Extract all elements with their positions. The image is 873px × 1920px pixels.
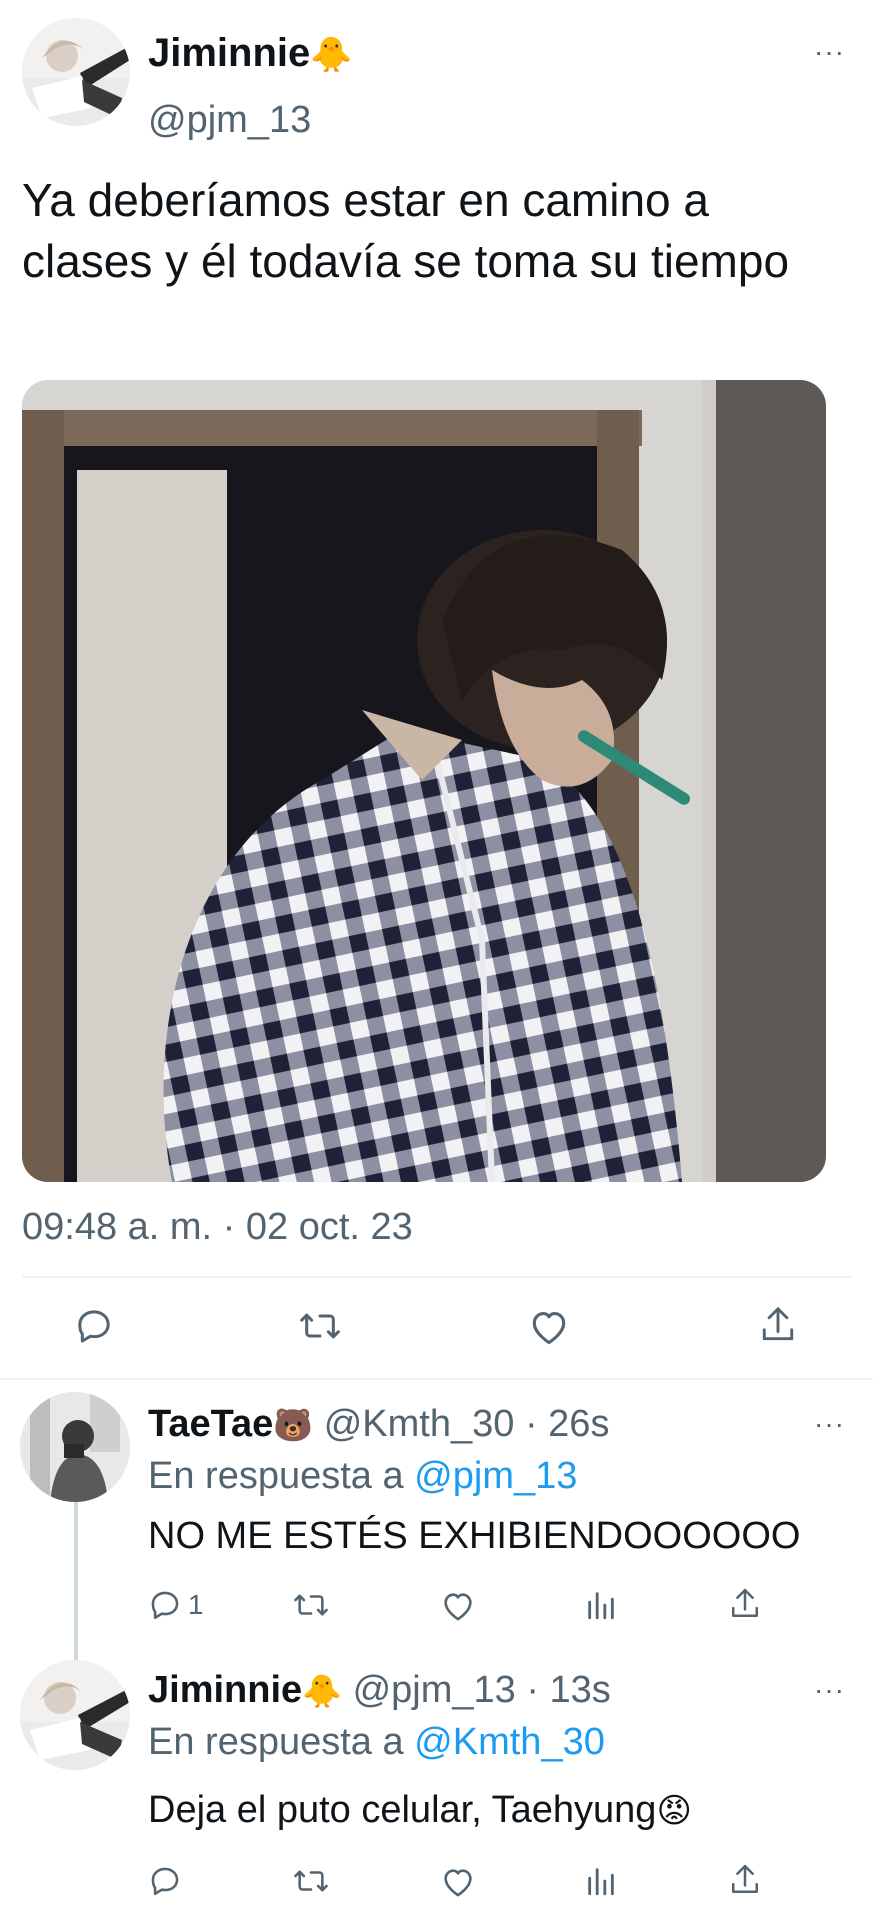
author-name[interactable]: TaeTae xyxy=(148,1403,273,1445)
reply-meta[interactable]: @pjm_13 · 13s xyxy=(353,1669,611,1711)
author-name: Jiminnie xyxy=(148,31,311,75)
heart-icon[interactable] xyxy=(528,1308,570,1346)
author-name[interactable]: Jiminnie xyxy=(148,1669,302,1711)
more-options-icon[interactable]: ··· xyxy=(814,1410,845,1438)
photo-image xyxy=(22,380,826,1182)
replying-to-handle[interactable]: @Kmth_30 xyxy=(414,1721,605,1763)
more-options-icon[interactable]: ··· xyxy=(814,38,845,66)
replying-to-label: En respuesta a xyxy=(148,1721,415,1763)
comment-icon[interactable] xyxy=(74,1306,114,1346)
avatar-image xyxy=(20,1660,130,1770)
main-tweet-text: Ya deberíamos estar en camino a clases y… xyxy=(22,174,790,287)
replying-to-label: En respuesta a xyxy=(148,1455,415,1497)
main-author-name[interactable]: Jiminnie🐥 xyxy=(148,30,353,78)
reply-avatar[interactable] xyxy=(20,1392,130,1502)
avatar-image xyxy=(22,18,130,126)
retweet-icon[interactable] xyxy=(292,1588,330,1622)
avatar-image xyxy=(20,1392,130,1502)
reply-text: Deja el puto celular, Taehyung😡 xyxy=(148,1788,692,1833)
replying-to-handle[interactable]: @pjm_13 xyxy=(414,1455,577,1497)
angry-emoji: 😡 xyxy=(656,1792,692,1830)
reply-header: Jiminnie🐥 @pjm_13 · 13s xyxy=(148,1668,611,1713)
reply-text: NO ME ESTÉS EXHIBIENDOOOOOO xyxy=(148,1515,801,1557)
main-handle[interactable]: @pjm_13 xyxy=(148,98,311,142)
share-icon[interactable] xyxy=(728,1586,762,1622)
tweet-timestamp[interactable]: 09:48 a. m. · 02 oct. 23 xyxy=(22,1205,413,1249)
main-avatar[interactable] xyxy=(22,18,130,126)
replying-to: En respuesta a @pjm_13 xyxy=(148,1454,577,1498)
chick-emoji: 🐥 xyxy=(310,36,353,74)
replying-to: En respuesta a @Kmth_30 xyxy=(148,1720,605,1764)
bear-emoji: 🐻 xyxy=(273,1407,314,1443)
reply-avatar[interactable] xyxy=(20,1660,130,1770)
comment-icon[interactable]: 1 xyxy=(148,1588,204,1622)
retweet-icon[interactable] xyxy=(292,1864,330,1898)
thread-line xyxy=(74,1502,78,1664)
retweet-icon[interactable] xyxy=(298,1306,342,1346)
reply-text-content: Deja el puto celular, Taehyung xyxy=(148,1789,657,1831)
chick-emoji: 🐥 xyxy=(302,1673,342,1709)
views-icon[interactable] xyxy=(584,1588,618,1622)
tweet-photo[interactable] xyxy=(22,380,826,1182)
share-icon[interactable] xyxy=(728,1862,762,1898)
divider xyxy=(0,1378,873,1380)
reply-meta[interactable]: @Kmth_30 · 26s xyxy=(324,1403,610,1445)
share-icon[interactable] xyxy=(758,1304,798,1346)
heart-icon[interactable] xyxy=(440,1590,476,1622)
reply-count: 1 xyxy=(188,1589,204,1620)
more-options-icon[interactable]: ··· xyxy=(814,1676,845,1704)
reply-header: TaeTae🐻 @Kmth_30 · 26s xyxy=(148,1402,609,1447)
views-icon[interactable] xyxy=(584,1864,618,1898)
divider xyxy=(22,1276,852,1278)
heart-icon[interactable] xyxy=(440,1866,476,1898)
comment-icon[interactable] xyxy=(148,1864,182,1898)
